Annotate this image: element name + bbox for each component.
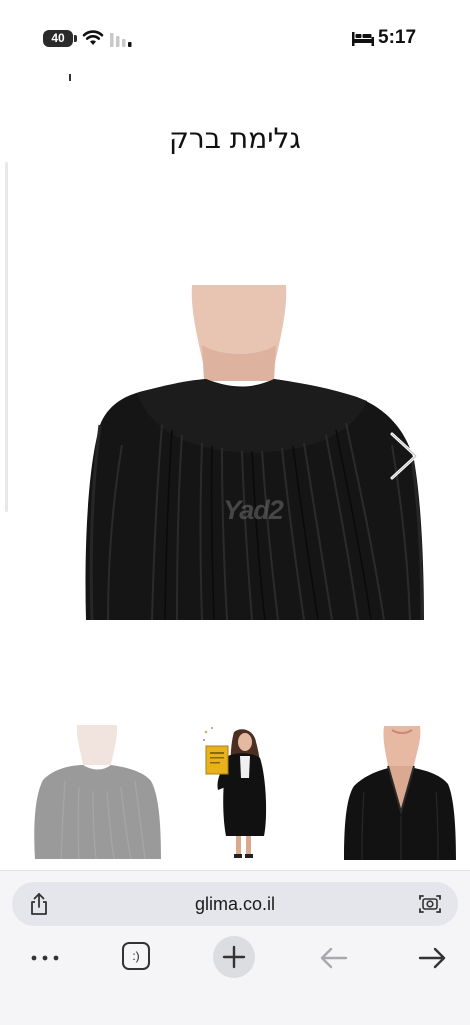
scroll-indicator xyxy=(5,162,8,512)
status-bar: 40 5:17 xyxy=(0,0,470,62)
thumbnail-graduate[interactable] xyxy=(202,726,272,860)
new-tab-icon[interactable] xyxy=(213,936,255,978)
thumbnail-back-view[interactable] xyxy=(33,725,161,860)
forward-arrow-icon[interactable] xyxy=(416,944,448,972)
tabs-icon[interactable]: :) xyxy=(122,942,150,970)
header-divider xyxy=(69,74,71,81)
back-arrow-icon[interactable] xyxy=(318,944,350,972)
clock: 5:17 xyxy=(378,27,417,48)
thumbnail-front-view[interactable] xyxy=(344,726,456,861)
url-text[interactable]: glima.co.il xyxy=(12,882,458,926)
wifi-icon xyxy=(82,30,104,45)
watermark: Yad2 xyxy=(223,495,284,525)
signal-icon xyxy=(110,33,132,47)
battery-level: 40 xyxy=(51,31,65,45)
visual-search-icon[interactable] xyxy=(418,893,442,915)
battery-icon: 40 xyxy=(43,30,77,47)
bed-icon xyxy=(352,32,374,46)
address-bar[interactable]: glima.co.il xyxy=(12,882,458,926)
product-main-image[interactable]: Yad2 xyxy=(82,285,424,621)
page-title: גלימת ברק xyxy=(169,122,301,155)
more-icon[interactable] xyxy=(30,948,60,968)
chevron-right-icon[interactable] xyxy=(386,430,422,482)
